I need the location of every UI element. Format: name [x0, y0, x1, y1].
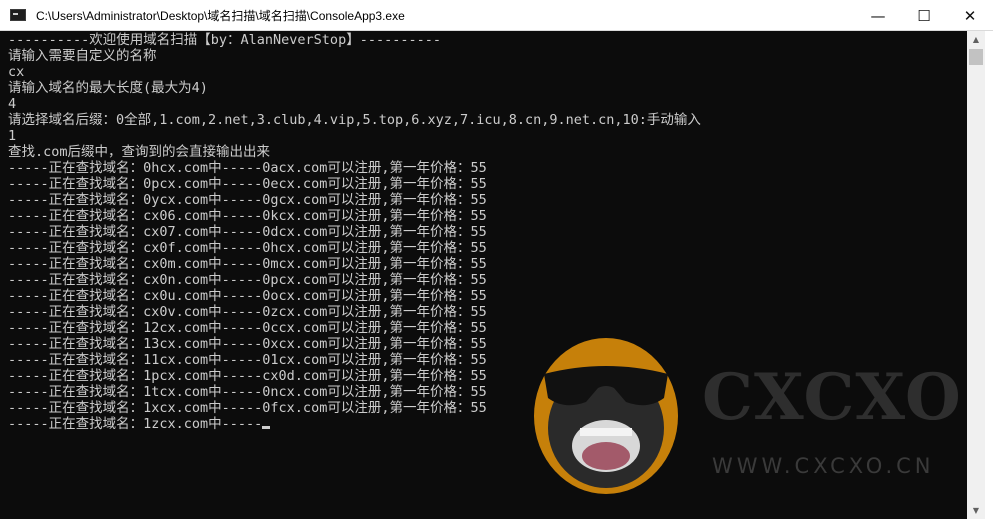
console-line: 请输入域名的最大长度(最大为4): [8, 80, 208, 96]
window-controls: — ☐ ✕: [855, 0, 993, 31]
console-line: -----正在查找域名：cx0v.com中-----0zcx.com可以注册,第…: [8, 304, 487, 320]
maximize-button[interactable]: ☐: [901, 0, 947, 31]
console-line: -----正在查找域名：cx0f.com中-----0hcx.com可以注册,第…: [8, 240, 487, 256]
close-button[interactable]: ✕: [947, 0, 993, 31]
scroll-down-arrow-icon[interactable]: ▼: [967, 502, 985, 519]
console-line: ----------欢迎使用域名扫描【by：AlanNeverStop】----…: [8, 32, 441, 48]
console-line: -----正在查找域名：11cx.com中-----01cx.com可以注册,第…: [8, 352, 487, 368]
scroll-thumb[interactable]: [969, 49, 983, 65]
title-bar[interactable]: C:\Users\Administrator\Desktop\域名扫描\域名扫描…: [0, 0, 993, 31]
console-window: C:\Users\Administrator\Desktop\域名扫描\域名扫描…: [0, 0, 993, 519]
console-line: -----正在查找域名：0hcx.com中-----0acx.com可以注册,第…: [8, 160, 487, 176]
console-line: -----正在查找域名：cx0u.com中-----0ocx.com可以注册,第…: [8, 288, 487, 304]
console-line: -----正在查找域名：cx06.com中-----0kcx.com可以注册,第…: [8, 208, 487, 224]
console-line: -----正在查找域名：cx0n.com中-----0pcx.com可以注册,第…: [8, 272, 487, 288]
console-output[interactable]: ----------欢迎使用域名扫描【by：AlanNeverStop】----…: [0, 31, 967, 519]
console-lines: ----------欢迎使用域名扫描【by：AlanNeverStop】----…: [8, 32, 701, 432]
console-line: -----正在查找域名：13cx.com中-----0xcx.com可以注册,第…: [8, 336, 487, 352]
console-line: 1: [8, 128, 17, 144]
minimize-button[interactable]: —: [855, 0, 901, 31]
console-line: -----正在查找域名：1tcx.com中-----0ncx.com可以注册,第…: [8, 384, 487, 400]
console-app-icon: [10, 9, 26, 21]
console-line: -----正在查找域名：0ycx.com中-----0gcx.com可以注册,第…: [8, 192, 487, 208]
console-line: 请选择域名后缀：0全部,1.com,2.net,3.club,4.vip,5.t…: [8, 112, 701, 128]
console-current-text: -----正在查找域名：1zcx.com中-----: [8, 416, 263, 432]
console-line: 请输入需要自定义的名称: [8, 48, 157, 64]
text-cursor: [262, 426, 271, 429]
console-line: -----正在查找域名：1pcx.com中-----cx0d.com可以注册,第…: [8, 368, 487, 384]
console-line: -----正在查找域名：0pcx.com中-----0ecx.com可以注册,第…: [8, 176, 487, 192]
scroll-up-arrow-icon[interactable]: ▲: [967, 31, 985, 48]
console-current-line: -----正在查找域名：1zcx.com中-----: [8, 416, 701, 432]
vertical-scrollbar[interactable]: ▲ ▼: [967, 31, 985, 519]
console-line: -----正在查找域名：1xcx.com中-----0fcx.com可以注册,第…: [8, 400, 487, 416]
console-line: cx: [8, 64, 25, 80]
console-line: -----正在查找域名：cx07.com中-----0dcx.com可以注册,第…: [8, 224, 487, 240]
console-line: -----正在查找域名：12cx.com中-----0ccx.com可以注册,第…: [8, 320, 487, 336]
console-line: 查找.com后缀中，查询到的会直接输出出来: [8, 144, 271, 160]
console-line: 4: [8, 96, 17, 112]
window-title: C:\Users\Administrator\Desktop\域名扫描\域名扫描…: [36, 8, 405, 23]
console-line: -----正在查找域名：cx0m.com中-----0mcx.com可以注册,第…: [8, 256, 487, 272]
window-frame-right: [985, 31, 993, 519]
